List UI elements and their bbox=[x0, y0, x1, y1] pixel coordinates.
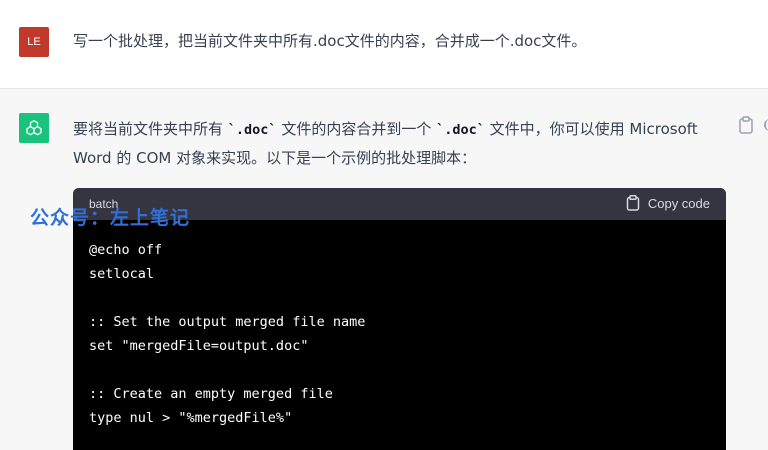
clipboard-icon[interactable] bbox=[738, 116, 754, 134]
watermark: 公众号：左上笔记 bbox=[30, 207, 191, 229]
user-avatar: LE bbox=[19, 27, 49, 57]
inline-code: `.doc` bbox=[227, 122, 277, 138]
answer-text-segment: 文件的内容合并到一个 bbox=[276, 120, 437, 138]
copy-code-button[interactable]: Copy code bbox=[626, 195, 710, 211]
thumbs-icon[interactable] bbox=[764, 119, 768, 131]
code-content: @echo off setlocal :: Set the output mer… bbox=[89, 242, 366, 426]
user-message-row: LE 写一个批处理，把当前文件夹中所有.doc文件的内容，合并成一个.doc文件… bbox=[0, 0, 768, 89]
chatgpt-logo-icon bbox=[19, 113, 49, 143]
user-message-text: 写一个批处理，把当前文件夹中所有.doc文件的内容，合并成一个.doc文件。 bbox=[73, 32, 587, 50]
answer-text-segment: 要将当前文件夹中所有 bbox=[73, 120, 228, 138]
clipboard-icon bbox=[626, 195, 640, 211]
inline-code: `.doc` bbox=[436, 122, 485, 138]
assistant-answer-text: 要将当前文件夹中所有 `.doc` 文件的内容合并到一个 `.doc` 文件中，… bbox=[73, 115, 733, 172]
copy-code-label: Copy code bbox=[647, 195, 710, 211]
